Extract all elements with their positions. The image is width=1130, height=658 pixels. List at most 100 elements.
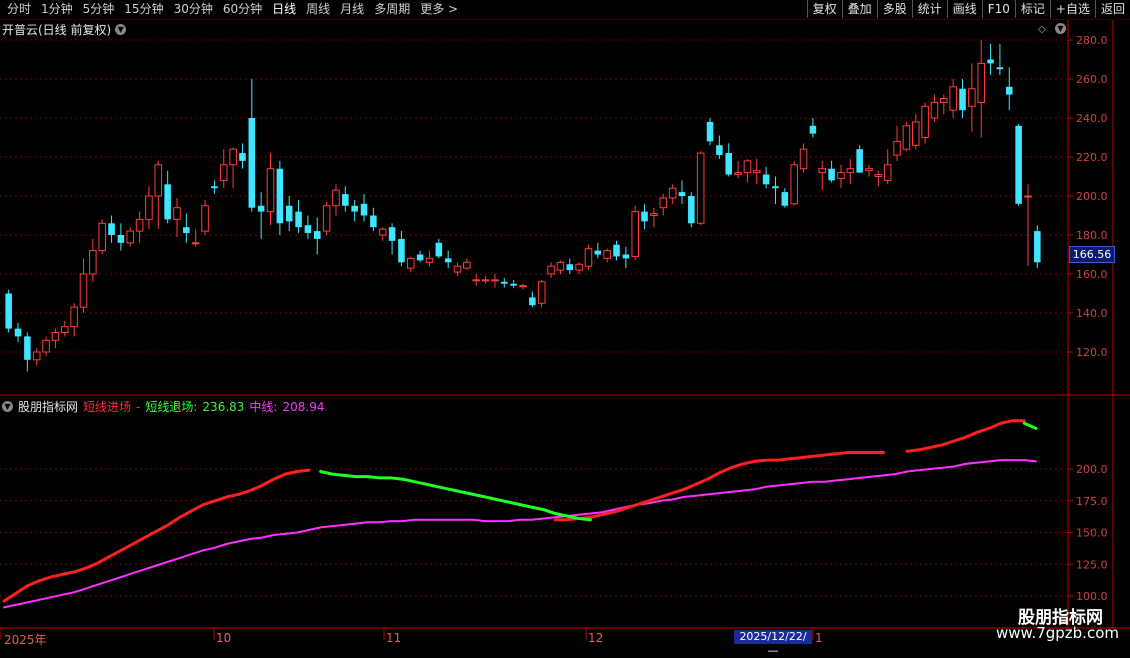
- candle-body: [837, 172, 845, 179]
- candle-body: [696, 152, 705, 224]
- exit-label: 短线退场:: [145, 400, 198, 414]
- candle-body: [14, 328, 22, 337]
- candle-body: [342, 194, 349, 206]
- enter-value: -: [136, 399, 141, 414]
- x-label-11: 11: [386, 631, 402, 645]
- candle-body: [481, 279, 490, 282]
- candle-body: [472, 279, 481, 282]
- candle-body: [370, 215, 377, 228]
- candle-body: [416, 254, 424, 261]
- candle-body: [883, 164, 892, 181]
- current-price-tag: 166.56: [1069, 246, 1115, 263]
- candle-body: [575, 263, 583, 271]
- candle-body: [547, 265, 555, 275]
- candle-body: [828, 168, 835, 181]
- candle-body: [126, 230, 135, 244]
- sub-y-tick-label: 150.0: [1076, 527, 1108, 540]
- candle-body: [173, 207, 181, 220]
- candle-body: [734, 172, 742, 176]
- mid-line: [3, 459, 1037, 609]
- enter-label: 短线进场: [83, 400, 132, 414]
- exit-value: 236.83: [202, 399, 245, 414]
- candle-body: [219, 164, 228, 181]
- candle-body: [781, 192, 789, 206]
- candle-body: [351, 205, 358, 212]
- candle-body: [556, 261, 565, 271]
- candle-body: [191, 242, 200, 245]
- candle-body: [529, 297, 536, 306]
- candle-body: [622, 254, 630, 259]
- candle-body: [846, 168, 855, 174]
- x-label-10: 10: [216, 631, 232, 645]
- candle-body: [154, 164, 163, 197]
- y-tick-label: 200.0: [1076, 190, 1108, 203]
- candle-body: [603, 250, 611, 259]
- y-tick-label: 120.0: [1076, 346, 1108, 359]
- candle-body: [425, 257, 434, 263]
- mid-value: 208.94: [282, 399, 325, 414]
- candle-body: [211, 186, 218, 189]
- candle-body: [322, 205, 331, 232]
- candle-body: [949, 86, 957, 111]
- candle-body: [716, 145, 723, 156]
- candle-body: [678, 192, 686, 196]
- chart-canvas[interactable]: 280.0 260.0 240.0 220.0 200.0 180.0 160.0 140.0…: [0, 0, 1130, 650]
- sub-y-tick-label: 100.0: [1076, 590, 1108, 603]
- candle-body: [940, 98, 948, 103]
- candle-body: [930, 101, 939, 119]
- candle-body: [856, 149, 863, 173]
- exit-line: [319, 421, 1038, 522]
- candle-body: [313, 231, 321, 239]
- candle-body: [631, 211, 639, 257]
- candle-body: [613, 244, 620, 257]
- indicator-name: 股朋指标网: [18, 400, 79, 414]
- y-tick-label: 180.0: [1076, 229, 1108, 242]
- candle-body: [996, 67, 1004, 70]
- candle-body: [239, 153, 246, 161]
- candle-body: [706, 121, 714, 142]
- y-tick-label: 220.0: [1076, 151, 1108, 164]
- candle-body: [453, 265, 462, 273]
- candle-body: [42, 339, 50, 353]
- candle-body: [79, 273, 88, 308]
- candle-body: [725, 153, 733, 175]
- candle-body: [378, 228, 387, 236]
- candle-body: [70, 306, 78, 328]
- candle-body: [753, 170, 761, 174]
- candle-body: [874, 174, 883, 178]
- indicator-legend: ▼ 股朋指标网 短线进场 - 短线退场: 236.83 中线: 208.94: [2, 398, 324, 415]
- y-tick-label: 260.0: [1076, 73, 1108, 86]
- watermark-url: www.7gpzb.com: [996, 624, 1119, 642]
- candle-body: [902, 125, 911, 150]
- candle-body: [510, 283, 517, 286]
- candle-body: [398, 238, 405, 263]
- candle-body: [108, 223, 115, 235]
- candle-body: [893, 140, 901, 156]
- candle-body: [388, 227, 396, 241]
- candle-body: [865, 168, 873, 172]
- watermark: 股朋指标网 www.7gpzb.com: [990, 603, 1130, 650]
- chevron-down-icon[interactable]: ▼: [2, 401, 13, 412]
- candle-body: [799, 148, 808, 170]
- candle-body: [584, 248, 593, 267]
- candle-body: [229, 148, 237, 166]
- candle-body: [24, 336, 31, 360]
- y-tick-label: 240.0: [1076, 112, 1108, 125]
- candle-body: [117, 235, 125, 243]
- y-tick-label: 160.0: [1076, 268, 1108, 281]
- candle-body: [51, 332, 60, 341]
- candle-body: [89, 250, 97, 275]
- candle-body: [201, 205, 209, 232]
- y-tick-label: 140.0: [1076, 307, 1108, 320]
- x-label-1: 1: [815, 631, 823, 645]
- candle-body: [135, 218, 144, 232]
- candle-body: [650, 213, 658, 217]
- candle-body: [809, 125, 817, 134]
- candle-body: [668, 187, 677, 199]
- sub-y-tick-label: 125.0: [1076, 558, 1108, 571]
- candle-body: [266, 168, 275, 213]
- candle-body: [772, 186, 779, 189]
- candle-body: [743, 160, 752, 174]
- candle-body: [164, 184, 171, 220]
- candle-body: [491, 279, 499, 282]
